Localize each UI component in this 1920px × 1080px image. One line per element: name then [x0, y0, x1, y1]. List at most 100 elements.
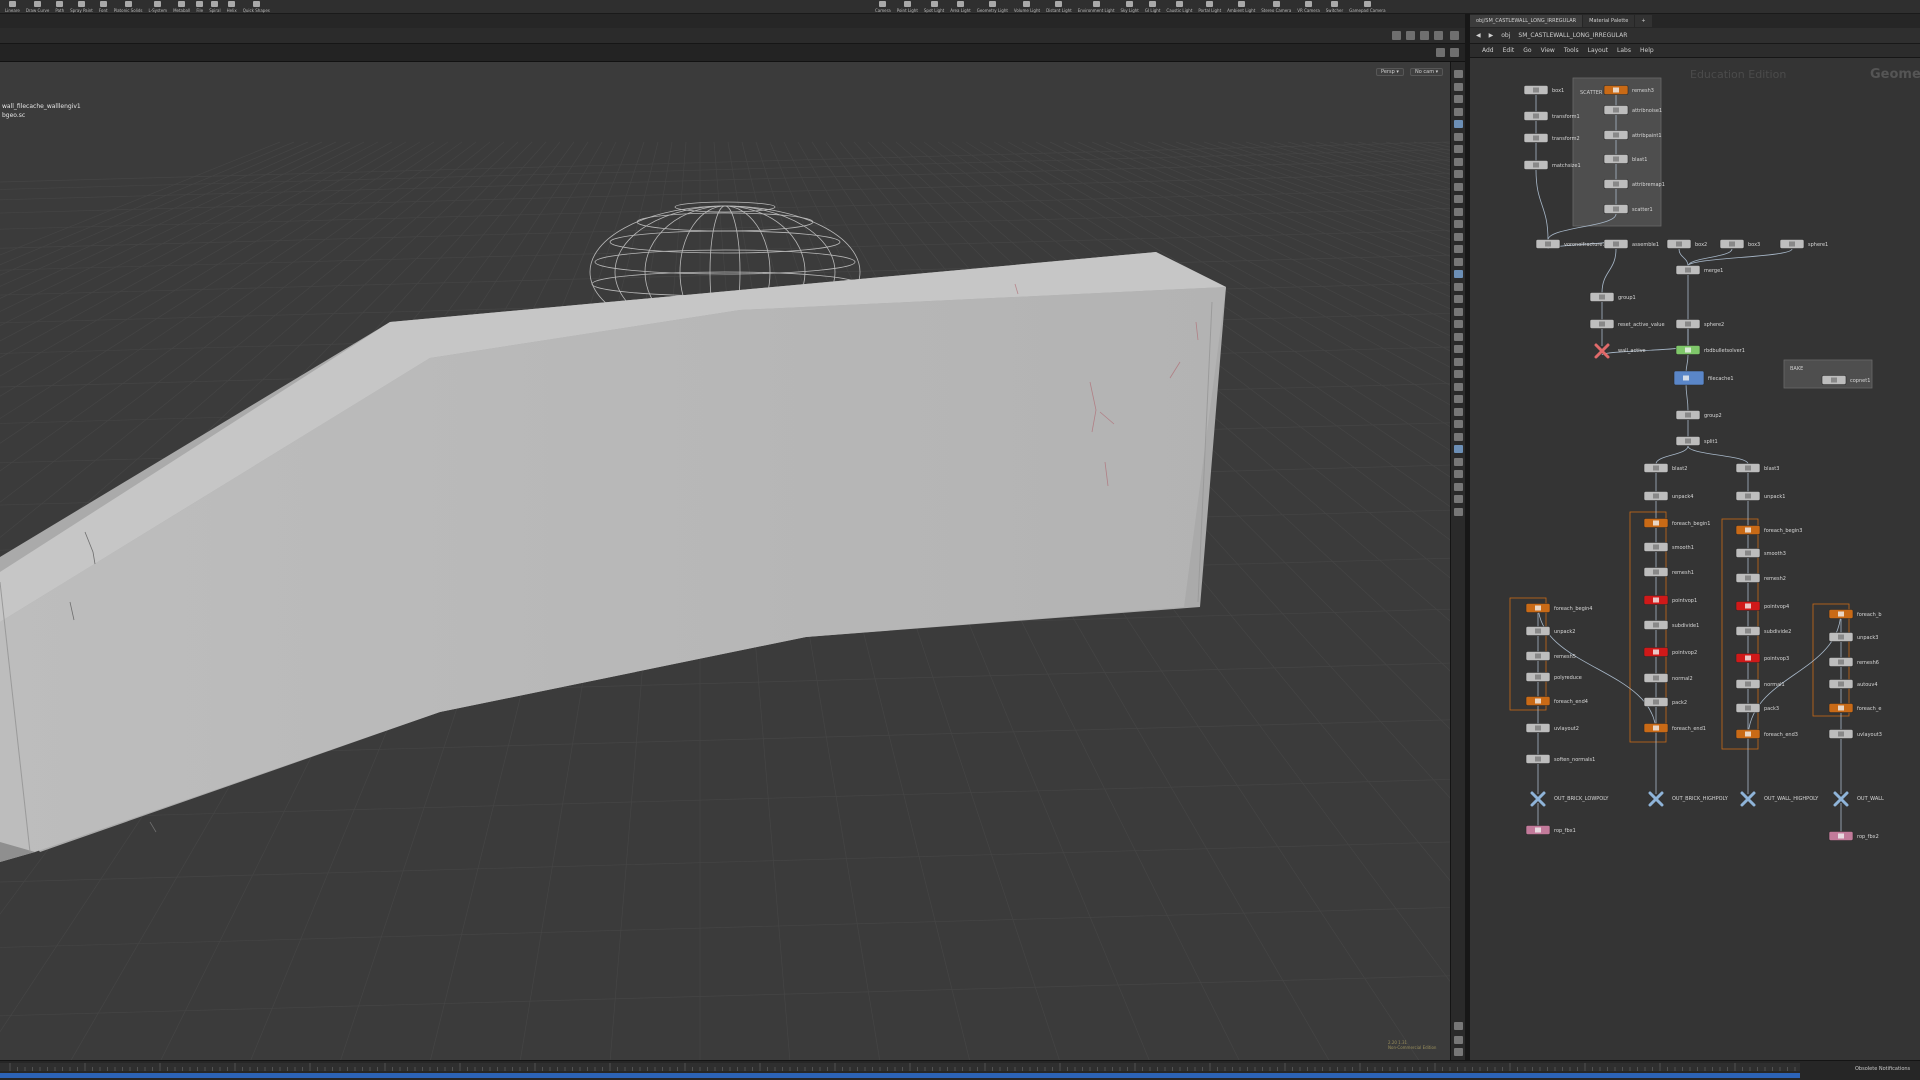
node-box3[interactable]: box3: [1719, 239, 1760, 249]
display-option-icon[interactable]: [1454, 220, 1463, 228]
display-option-icon[interactable]: [1454, 507, 1463, 516]
display-option-icon[interactable]: [1454, 320, 1463, 328]
node-wire[interactable]: [1678, 248, 1689, 267]
add-tab-button[interactable]: +: [1635, 15, 1652, 27]
shelf-tool-font[interactable]: Font: [96, 0, 111, 14]
display-option-icon[interactable]: [1454, 170, 1463, 178]
node-unpack1[interactable]: unpack1: [1735, 491, 1785, 501]
display-options-icon[interactable]: [1392, 31, 1401, 40]
shelf-tool-lineare[interactable]: Lineare: [2, 0, 23, 14]
display-option-icon[interactable]: [1454, 445, 1463, 453]
shelf-tool-file[interactable]: File: [193, 0, 206, 14]
display-option-icon[interactable]: [1454, 257, 1463, 266]
node-rop-fbx2[interactable]: rop_fbx2: [1828, 831, 1879, 841]
gear-icon[interactable]: [1450, 48, 1459, 57]
node-rbdbulletsolver1[interactable]: rbdbulletsolver1: [1675, 345, 1745, 355]
node-remesh6[interactable]: remesh6: [1828, 657, 1879, 667]
display-option-icon[interactable]: [1454, 345, 1463, 353]
node-box1[interactable]: box1: [1523, 85, 1564, 95]
node-wire[interactable]: [1687, 248, 1793, 267]
node-polyreduce[interactable]: polyreduce: [1525, 672, 1582, 682]
display-option-icon[interactable]: [1454, 107, 1463, 116]
node-split1[interactable]: split1: [1675, 436, 1718, 446]
node-sphere2[interactable]: sphere2: [1675, 319, 1724, 329]
display-option-icon[interactable]: [1454, 307, 1463, 316]
playbar[interactable]: Obsolete Notifications: [0, 1060, 1920, 1080]
node-uvlayout2[interactable]: uvlayout2: [1525, 723, 1579, 733]
shelf-tool-portal-light[interactable]: Portal Light: [1195, 0, 1224, 14]
display-option-icon[interactable]: [1454, 370, 1463, 378]
shelf-tool-quick-shapes[interactable]: Quick Shapes: [240, 0, 273, 14]
node-graph[interactable]: SCATTER POINTSBAKE box1transform1transfo…: [1470, 58, 1920, 1060]
pin-icon[interactable]: [1434, 31, 1443, 40]
shelf-tool-distant-light[interactable]: Distant Light: [1043, 0, 1075, 14]
display-option-icon[interactable]: [1454, 1048, 1463, 1056]
display-option-icon[interactable]: [1454, 395, 1463, 403]
network-canvas[interactable]: Education Edition Geometry SCATTER POINT…: [1470, 58, 1920, 1060]
node-transform2[interactable]: transform2: [1523, 133, 1580, 143]
display-option-icon[interactable]: [1454, 232, 1463, 241]
shelf-tool-geometry-light[interactable]: Geometry Light: [974, 0, 1011, 14]
node-foreach-begin3[interactable]: foreach_begin3: [1735, 525, 1803, 535]
display-option-icon[interactable]: [1454, 70, 1463, 78]
menu-help[interactable]: Help: [1640, 47, 1654, 54]
node-pointvop1[interactable]: pointvop1: [1643, 595, 1697, 605]
node-wire[interactable]: [1687, 445, 1749, 465]
display-option-icon[interactable]: [1454, 270, 1463, 278]
shelf-tool-l-system[interactable]: L-System: [146, 0, 171, 14]
node-foreach-b[interactable]: foreach_b: [1828, 609, 1882, 619]
display-option-icon[interactable]: [1454, 382, 1463, 391]
node-out-wall-highpoly[interactable]: OUT_WALL_HIGHPOLY: [1740, 791, 1819, 807]
node-blast3[interactable]: blast3: [1735, 463, 1779, 473]
shelf-tool-environment-light[interactable]: Environment Light: [1075, 0, 1118, 14]
node-out-wall[interactable]: OUT_WALL: [1833, 791, 1884, 807]
display-option-icon[interactable]: [1454, 482, 1463, 491]
link-icon[interactable]: [1406, 31, 1415, 40]
shelf-tool-spiral[interactable]: Spiral: [206, 0, 223, 14]
node-wire[interactable]: [1687, 248, 1733, 267]
display-option-icon[interactable]: [1454, 457, 1463, 466]
node-filecache1[interactable]: filecache1: [1673, 370, 1734, 386]
shelf-tool-spot-light[interactable]: Spot Light: [921, 0, 947, 14]
node-wire[interactable]: [1685, 382, 1689, 412]
menu-labs[interactable]: Labs: [1617, 47, 1631, 54]
node-foreach-e[interactable]: foreach_e: [1828, 703, 1881, 713]
shelf-tool-volume-light[interactable]: Volume Light: [1011, 0, 1043, 14]
node-transform1[interactable]: transform1: [1523, 111, 1580, 121]
node-pointvop3[interactable]: pointvop3: [1735, 653, 1789, 663]
shelf-tool-point-light[interactable]: Point Light: [894, 0, 921, 14]
node-subdivide2[interactable]: subdivide2: [1735, 626, 1791, 636]
display-option-icon[interactable]: [1454, 1022, 1463, 1030]
shelf-tool-metaball[interactable]: Metaball: [170, 0, 193, 14]
shelf-tool-spray-paint[interactable]: Spray Paint: [67, 0, 96, 14]
snap-icon[interactable]: [1436, 48, 1445, 57]
shelf-tool-stereo-camera[interactable]: Stereo Camera: [1258, 0, 1294, 14]
node-normal1[interactable]: normal1: [1735, 679, 1785, 689]
forward-arrow-icon[interactable]: ▶: [1489, 32, 1494, 39]
menu-layout[interactable]: Layout: [1588, 47, 1608, 54]
display-option-icon[interactable]: [1454, 295, 1463, 303]
node-smooth3[interactable]: smooth3: [1735, 548, 1786, 558]
display-option-icon[interactable]: [1454, 470, 1463, 478]
node-unpack4[interactable]: unpack4: [1643, 491, 1693, 501]
tab-material-palette[interactable]: Material Palette: [1583, 15, 1635, 27]
node-foreach-end4[interactable]: foreach_end4: [1525, 696, 1588, 706]
shelf-tool-caustic-light[interactable]: Caustic Light: [1163, 0, 1195, 14]
pane-maximize-icon[interactable]: [1450, 31, 1459, 40]
node-wire[interactable]: [1537, 603, 1657, 734]
node-subdivide1[interactable]: subdivide1: [1643, 620, 1699, 630]
node-matchsize1[interactable]: matchsize1: [1523, 160, 1581, 170]
menu-edit[interactable]: Edit: [1503, 47, 1515, 54]
display-option-icon[interactable]: [1454, 357, 1463, 366]
node-wall-active[interactable]: wall_active: [1594, 343, 1646, 359]
shelf-tool-helix[interactable]: Helix: [224, 0, 240, 14]
node-remesh5[interactable]: remesh5: [1525, 651, 1576, 661]
display-option-icon[interactable]: [1454, 1036, 1463, 1044]
shelf-tool-vr-camera[interactable]: VR Camera: [1294, 0, 1322, 14]
node-pack3[interactable]: pack3: [1735, 703, 1779, 713]
shelf-tool-gamepad-camera[interactable]: Gamepad Camera: [1346, 0, 1388, 14]
camera-menu[interactable]: No cam ▾: [1410, 68, 1444, 76]
node-uvlayout3[interactable]: uvlayout3: [1828, 729, 1882, 739]
display-option-icon[interactable]: [1454, 245, 1463, 253]
node-assemble1[interactable]: assemble1: [1603, 239, 1659, 249]
